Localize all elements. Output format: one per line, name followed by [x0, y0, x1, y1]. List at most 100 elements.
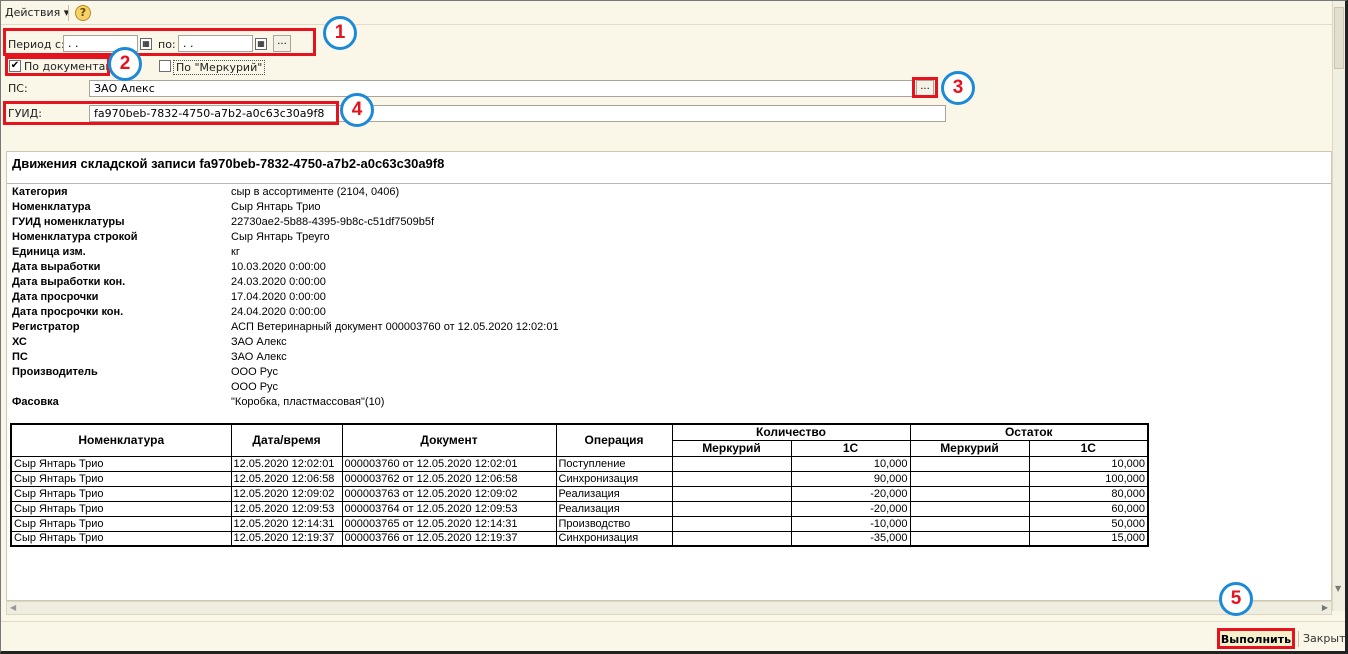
- actions-menu[interactable]: Действия ▾: [5, 6, 69, 19]
- horizontal-scrollbar[interactable]: ◀ ▶: [6, 601, 1332, 615]
- cell: [671, 530, 792, 547]
- marker-3: 3: [941, 71, 975, 105]
- table-row: Сыр Янтарь Трио 12.05.2020 12:06:58 0000…: [10, 470, 1149, 487]
- prop-key: Дата выработки: [12, 261, 101, 273]
- cell: [909, 470, 1030, 487]
- run-button[interactable]: Выполнить: [1217, 628, 1295, 649]
- col-header: Меркурий: [909, 439, 1030, 457]
- prop-value: ООО Рус: [231, 366, 278, 378]
- prop-value: кг: [231, 246, 240, 258]
- prop-value: 24.03.2020 0:00:00: [231, 276, 326, 288]
- prop-key: ХС: [12, 336, 27, 348]
- report-sheet: Движения складской записи fa970beb-7832-…: [6, 151, 1332, 601]
- cell: [671, 485, 792, 502]
- prop-value: ЗАО Алекс: [231, 336, 287, 348]
- ps-input[interactable]: ЗАО Алекс: [89, 80, 913, 97]
- cell: [671, 515, 792, 532]
- prop-key: Производитель: [12, 366, 98, 378]
- cell: Сыр Янтарь Трио: [10, 530, 232, 547]
- col-header: Остаток: [909, 423, 1149, 441]
- cell: Сыр Янтарь Трио: [10, 515, 232, 532]
- cell: 12.05.2020 12:09:53: [230, 500, 343, 517]
- marker-1: 1: [323, 16, 357, 50]
- col-header: Операция: [555, 423, 673, 457]
- highlight-period: [3, 28, 316, 56]
- cell: [909, 515, 1030, 532]
- marker-2: 2: [108, 47, 142, 81]
- prop-value: сыр в ассортименте (2104, 0406): [231, 186, 400, 198]
- report-divider: [7, 183, 1331, 184]
- command-bar: [1, 621, 1345, 651]
- table-row: Сыр Янтарь Трио 12.05.2020 12:02:01 0000…: [10, 455, 1149, 472]
- prop-key: Дата просрочки кон.: [12, 306, 124, 318]
- cell: 60,000: [1028, 500, 1149, 517]
- prop-key: Номенклатура строкой: [12, 231, 138, 243]
- cell: Сыр Янтарь Трио: [10, 485, 232, 502]
- prop-value: ООО Рус: [231, 381, 278, 393]
- prop-key: Номенклатура: [12, 201, 91, 213]
- cell: 10,000: [1028, 455, 1149, 472]
- prop-key: Регистратор: [12, 321, 80, 333]
- help-icon[interactable]: ?: [75, 5, 91, 21]
- marker-5: 5: [1219, 582, 1253, 616]
- close-button[interactable]: Закрыть: [1303, 632, 1345, 645]
- cell: [671, 470, 792, 487]
- cell: -20,000: [790, 485, 911, 502]
- table-row: Сыр Янтарь Трио 12.05.2020 12:09:53 0000…: [10, 500, 1149, 517]
- vertical-scrollbar[interactable]: ▼: [1332, 1, 1345, 611]
- cell: 12.05.2020 12:14:31: [230, 515, 343, 532]
- prop-value: Сыр Янтарь Треуго: [231, 231, 330, 243]
- cell: [671, 455, 792, 472]
- cell: 90,000: [790, 470, 911, 487]
- col-header: 1С: [790, 439, 911, 457]
- highlight-guid: [3, 101, 339, 125]
- cell: 000003763 от 12.05.2020 12:09:02: [341, 485, 557, 502]
- scroll-down-icon[interactable]: ▼: [1335, 584, 1341, 593]
- cell: 12.05.2020 12:02:01: [230, 455, 343, 472]
- ps-label: ПС:: [8, 82, 28, 95]
- col-header: Номенклатура: [10, 423, 232, 457]
- prop-key: Категория: [12, 186, 68, 198]
- cell: Синхронизация: [555, 470, 673, 487]
- cell: 000003765 от 12.05.2020 12:14:31: [341, 515, 557, 532]
- cell: 12.05.2020 12:19:37: [230, 530, 343, 547]
- cell: Сыр Янтарь Трио: [10, 470, 232, 487]
- cell: [909, 500, 1030, 517]
- cell: 000003760 от 12.05.2020 12:02:01: [341, 455, 557, 472]
- prop-value: 10.03.2020 0:00:00: [231, 261, 326, 273]
- col-header: Дата/время: [230, 423, 343, 457]
- movements-table: Номенклатура Дата/время Документ Операци…: [10, 423, 1149, 547]
- col-header: Документ: [341, 423, 557, 457]
- scroll-left-icon[interactable]: ◀: [10, 603, 16, 612]
- cell: 100,000: [1028, 470, 1149, 487]
- prop-value: ЗАО Алекс: [231, 351, 287, 363]
- cell: 50,000: [1028, 515, 1149, 532]
- toolbar-divider: [68, 5, 69, 21]
- highlight-by-documents: [5, 56, 110, 76]
- prop-value: АСП Ветеринарный документ 000003760 от 1…: [231, 321, 559, 333]
- prop-value: 22730ae2-5b88-4395-9b8c-c51df7509b5f: [231, 216, 435, 228]
- cell: Сыр Янтарь Трио: [10, 455, 232, 472]
- prop-key: Фасовка: [12, 396, 59, 408]
- table-row: Сыр Янтарь Трио 12.05.2020 12:19:37 0000…: [10, 530, 1149, 547]
- cell: Реализация: [555, 500, 673, 517]
- prop-key: Дата выработки кон.: [12, 276, 126, 288]
- cell: Поступление: [555, 455, 673, 472]
- by-mercury-checkbox[interactable]: [159, 60, 171, 72]
- col-header: Количество: [671, 423, 911, 441]
- report-title: Движения складской записи fa970beb-7832-…: [12, 156, 445, 171]
- cell: 000003764 от 12.05.2020 12:09:53: [341, 500, 557, 517]
- scroll-thumb[interactable]: [1334, 7, 1344, 69]
- col-header: Меркурий: [671, 439, 792, 457]
- highlight-ps-button: [912, 77, 938, 98]
- cell: [909, 455, 1030, 472]
- prop-key: Единица изм.: [12, 246, 86, 258]
- by-mercury-label: По "Меркурий": [173, 60, 266, 75]
- cell: 10,000: [790, 455, 911, 472]
- scroll-right-icon[interactable]: ▶: [1322, 603, 1328, 612]
- button-divider: [1298, 631, 1299, 647]
- processing-window: Действия ▾ ? Период с: . . ▦ по: . . ▦ .…: [0, 0, 1348, 654]
- prop-value: 17.04.2020 0:00:00: [231, 291, 326, 303]
- cell: 000003766 от 12.05.2020 12:19:37: [341, 530, 557, 547]
- cell: Реализация: [555, 485, 673, 502]
